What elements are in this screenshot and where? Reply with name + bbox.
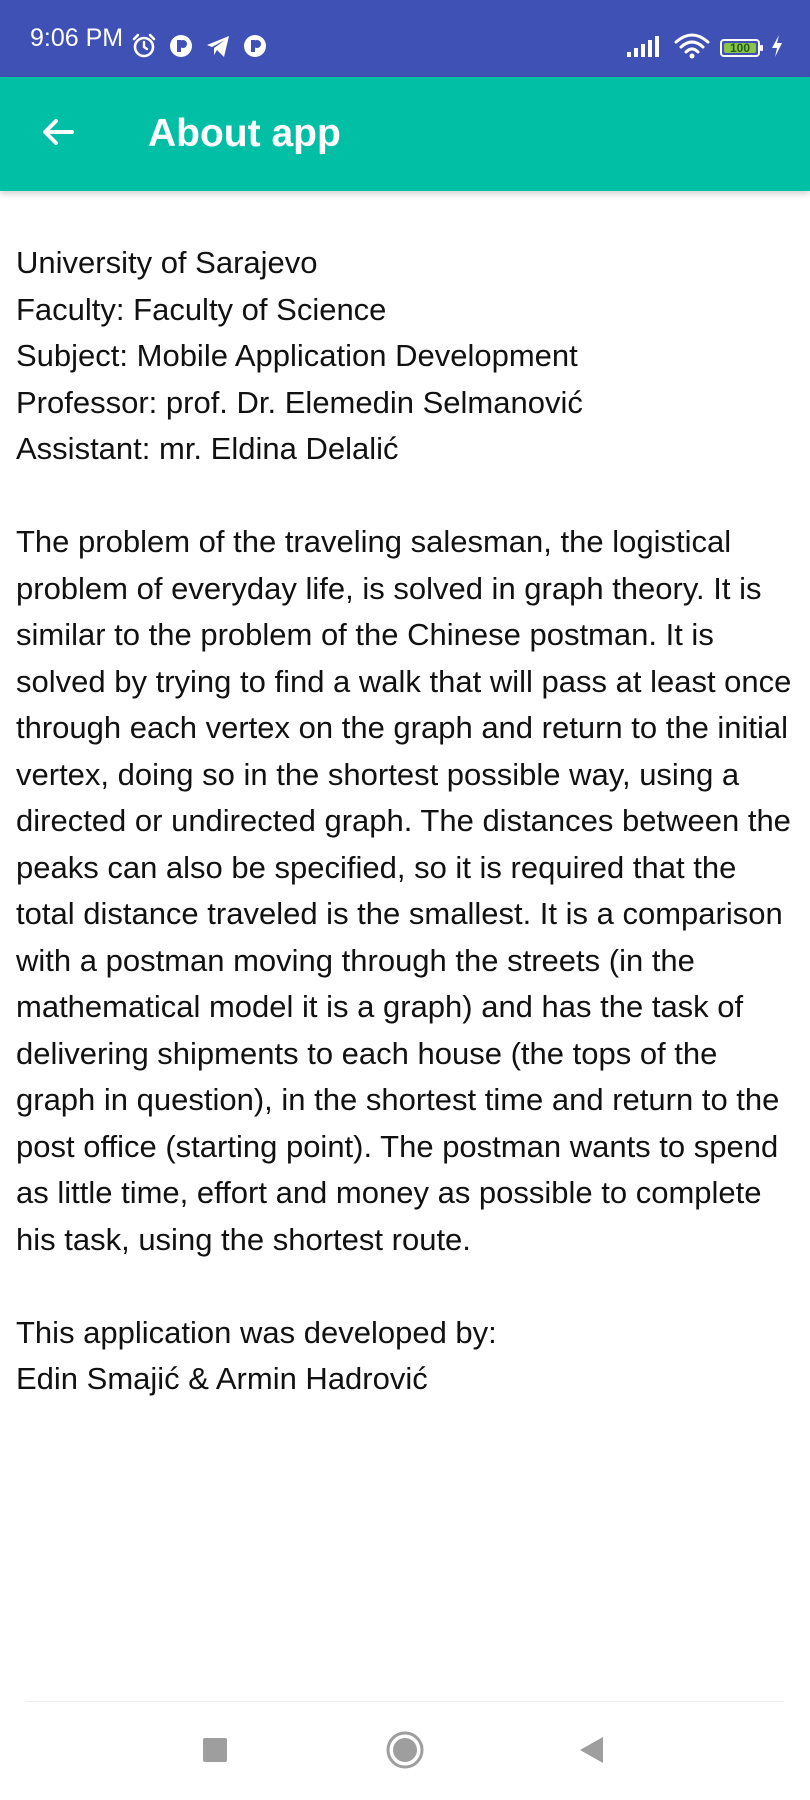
back-icon: [577, 1735, 607, 1770]
about-content: University of Sarajevo Faculty: Faculty …: [16, 240, 796, 1403]
signal-icon: [626, 34, 664, 63]
professor-text: Professor: prof. Dr. Elemedin Selmanović: [16, 384, 583, 420]
home-icon: [385, 1730, 425, 1775]
arrow-back-icon: [40, 114, 76, 155]
home-button[interactable]: [375, 1722, 435, 1782]
recents-button[interactable]: [185, 1722, 245, 1782]
app-bar: About app: [0, 77, 810, 191]
battery-icon: 100: [720, 39, 763, 57]
wifi-icon: [674, 32, 710, 65]
status-notification-icons: [130, 32, 269, 65]
developed-by-label: This application was developed by:: [16, 1314, 497, 1350]
system-nav-bar: [0, 1702, 810, 1800]
notification-app-icon: [241, 32, 269, 65]
nav-back-button[interactable]: [562, 1722, 622, 1782]
page-title: About app: [148, 112, 341, 155]
alarm-icon: [130, 32, 158, 65]
back-button[interactable]: [26, 102, 90, 166]
subject-text: Subject: Mobile Application Development: [16, 338, 578, 373]
status-time: 9:06 PM: [30, 24, 124, 52]
status-bar: 9:06 PM 100: [0, 0, 810, 77]
telegram-icon: [204, 32, 232, 65]
description-text: The problem of the traveling salesman, t…: [16, 524, 792, 1257]
developers-text: Edin Smajić & Armin Hadrović: [16, 1361, 428, 1396]
recents-icon: [201, 1736, 229, 1769]
university-text: University of Sarajevo: [16, 245, 318, 280]
faculty-text: Faculty: Faculty of Science: [16, 291, 387, 327]
charging-icon: [770, 34, 784, 63]
notification-app-icon: [167, 32, 195, 65]
assistant-text: Assistant: mr. Eldina Delalić: [16, 431, 399, 466]
battery-level: 100: [729, 41, 751, 55]
status-system-icons: 100: [626, 32, 784, 65]
